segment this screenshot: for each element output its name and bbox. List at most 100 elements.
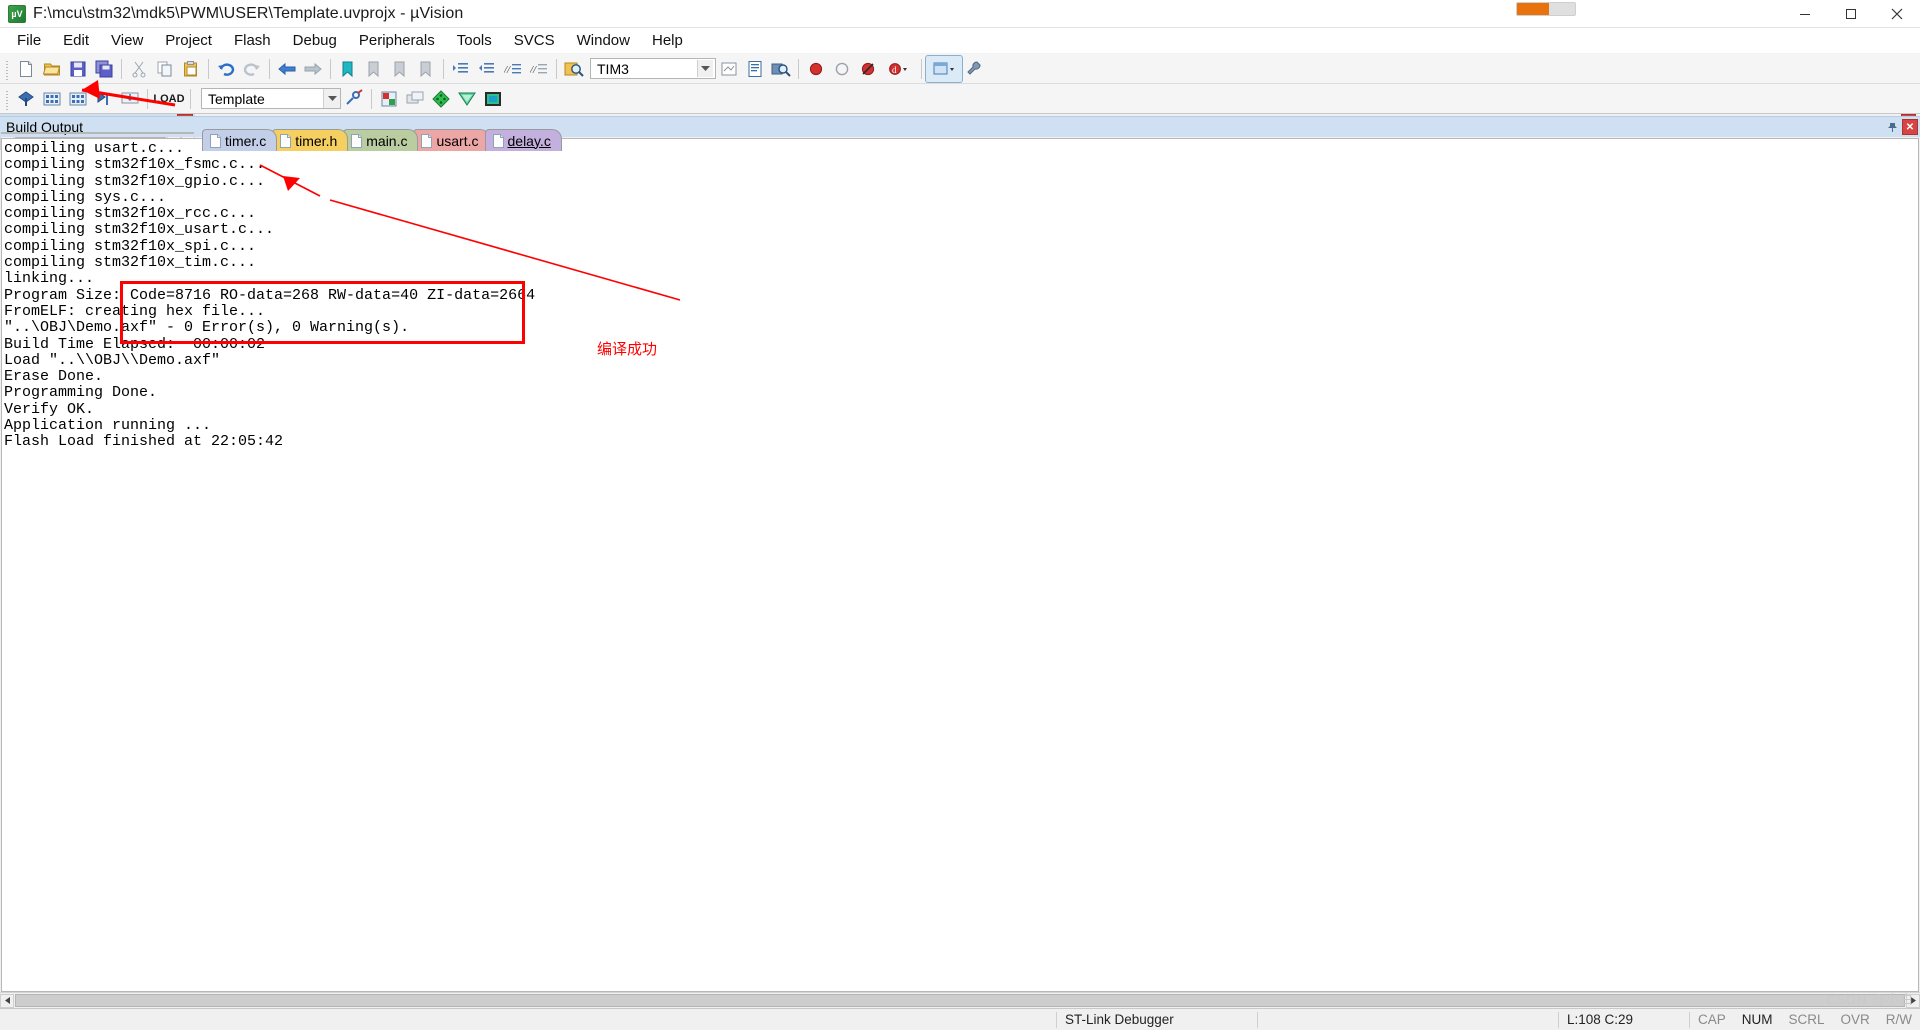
scroll-left-arrow[interactable] (0, 993, 14, 1008)
build-icon[interactable] (39, 86, 65, 112)
save-all-icon[interactable] (91, 56, 117, 82)
editor-tab-usart-c[interactable]: usart.c (413, 129, 490, 151)
build-output-line: compiling stm32f10x_tim.c... (4, 254, 257, 272)
breakpoint-disable-icon[interactable] (829, 56, 855, 82)
svg-text:d: d (892, 65, 897, 75)
multi-project-icon[interactable] (402, 86, 428, 112)
new-file-icon[interactable] (13, 56, 39, 82)
build-output-hscrollbar[interactable] (0, 992, 1920, 1008)
menu-file[interactable]: File (6, 29, 52, 52)
menu-view[interactable]: View (100, 29, 154, 52)
editor-tab-timer-h[interactable]: timer.h (272, 129, 349, 151)
indent-icon[interactable] (448, 56, 474, 82)
build-output-line: Programming Done. (4, 384, 158, 402)
minimize-button[interactable] (1782, 0, 1828, 28)
build-output-line: "..\OBJ\Demo.axf" - 0 Error(s), 0 Warnin… (4, 319, 410, 337)
menu-window[interactable]: Window (566, 29, 641, 52)
navigate-back-icon[interactable] (274, 56, 300, 82)
download-icon[interactable] (117, 86, 143, 112)
target-combo[interactable]: TIM3 (590, 58, 716, 79)
debug-breakpoint-icon[interactable] (803, 56, 829, 82)
menu-flash[interactable]: Flash (223, 29, 282, 52)
uvision-window: µV F:\mcu\stm32\mdk5\PWM\USER\Template.u… (0, 0, 1920, 1030)
target-combo-value: TIM3 (597, 60, 629, 77)
watermark: CSDN @小白 (1826, 992, 1914, 1007)
build-output-line: FromELF: creating hex file... (4, 302, 266, 320)
editor-tab-delay-c[interactable]: delay.c (484, 129, 562, 151)
batch-build-icon[interactable] (91, 86, 117, 112)
menu-debug[interactable]: Debug (282, 29, 348, 52)
bookmark-prev-icon[interactable] (361, 56, 387, 82)
manage-runtime-icon[interactable] (376, 86, 402, 112)
rebuild-icon[interactable] (65, 86, 91, 112)
window-layout-icon[interactable] (925, 54, 963, 83)
target-options-icon[interactable] (341, 86, 367, 112)
find-in-files-icon[interactable] (561, 56, 587, 82)
bookmark-toggle-icon[interactable] (335, 56, 361, 82)
maximize-button[interactable] (1828, 0, 1874, 28)
find-icon[interactable] (768, 56, 794, 82)
save-icon[interactable] (65, 56, 91, 82)
cut-icon[interactable] (126, 56, 152, 82)
breakpoint-kill-icon[interactable] (855, 56, 881, 82)
paste-icon[interactable] (178, 56, 204, 82)
menu-help[interactable]: Help (641, 29, 694, 52)
build-output-line: Erase Done. (4, 368, 104, 386)
build-success-annotation: 编译成功 (597, 341, 658, 358)
build-output-panel: Build Output ✕ compiling usart.c... compi… (0, 116, 1920, 1008)
status-debugger: ST-Link Debugger (1064, 1012, 1174, 1027)
bookmark-next-icon[interactable] (387, 56, 413, 82)
toolbar-grip[interactable] (4, 57, 11, 80)
menu-svcs[interactable]: SVCS (503, 29, 566, 52)
redo-icon[interactable] (239, 56, 265, 82)
configure-icon[interactable] (962, 56, 988, 82)
file-icon (350, 134, 363, 148)
open-file-icon[interactable] (39, 56, 65, 82)
editor-tab-label: timer.c (225, 132, 267, 149)
close-button[interactable] (1874, 0, 1920, 28)
file-icon (420, 134, 433, 148)
editor-tab-timer-c[interactable]: timer.c (202, 129, 278, 151)
close-icon[interactable]: ✕ (1902, 119, 1918, 135)
bookmark-clear-icon[interactable] (413, 56, 439, 82)
build-output-line: Application running ... (4, 417, 212, 435)
load-button[interactable]: LOAD (152, 86, 186, 112)
navigate-forward-icon[interactable] (300, 56, 326, 82)
toolbar2-grip[interactable] (4, 87, 11, 110)
hscroll-thumb[interactable] (15, 994, 1905, 1007)
breakpoint-menu-icon[interactable]: d (881, 56, 917, 82)
status-ovr: OVR (1840, 1012, 1870, 1027)
uncomment-icon[interactable]: // (526, 56, 552, 82)
project-target-combo[interactable]: Template (201, 88, 341, 109)
translate-icon[interactable] (13, 86, 39, 112)
pin-icon[interactable] (1884, 119, 1900, 135)
pack-installer-icon[interactable] (480, 86, 506, 112)
status-extra (1258, 1010, 1558, 1030)
undo-icon[interactable] (213, 56, 239, 82)
copy-icon[interactable] (152, 56, 178, 82)
insert-description-icon[interactable] (716, 56, 742, 82)
chevron-down-icon[interactable] (697, 60, 713, 77)
browse-symbol-icon[interactable] (742, 56, 768, 82)
menu-tools[interactable]: Tools (446, 29, 503, 52)
editor-tab-label: usart.c (436, 132, 479, 149)
editor-tab-label: main.c (366, 132, 408, 149)
menu-peripherals[interactable]: Peripherals (348, 29, 446, 52)
status-cap: CAP (1697, 1012, 1726, 1027)
outdent-icon[interactable] (474, 56, 500, 82)
editor-tab-main-c[interactable]: main.c (343, 129, 419, 151)
build-output-text[interactable]: compiling usart.c... compiling stm32f10x_… (1, 138, 1919, 992)
menu-edit[interactable]: Edit (52, 29, 100, 52)
comment-icon[interactable]: // (500, 56, 526, 82)
svg-text://: // (504, 64, 511, 76)
build-output-line: Flash Load finished at 22:05:42 (4, 433, 284, 451)
build-output-line: compiling stm32f10x_fsmc.c... (4, 156, 266, 174)
editor-tab-label: delay.c (507, 132, 551, 149)
chevron-down-icon[interactable] (323, 89, 340, 108)
build-output-line: compiling stm32f10x_usart.c... (4, 221, 275, 239)
packs-icon[interactable] (454, 86, 480, 112)
menu-project[interactable]: Project (154, 29, 223, 52)
components-icon[interactable] (428, 86, 454, 112)
project-tree[interactable]: −Project: Template−Template−USER+main.c+… (1, 132, 194, 134)
editor-tab-label: timer.h (295, 132, 338, 149)
